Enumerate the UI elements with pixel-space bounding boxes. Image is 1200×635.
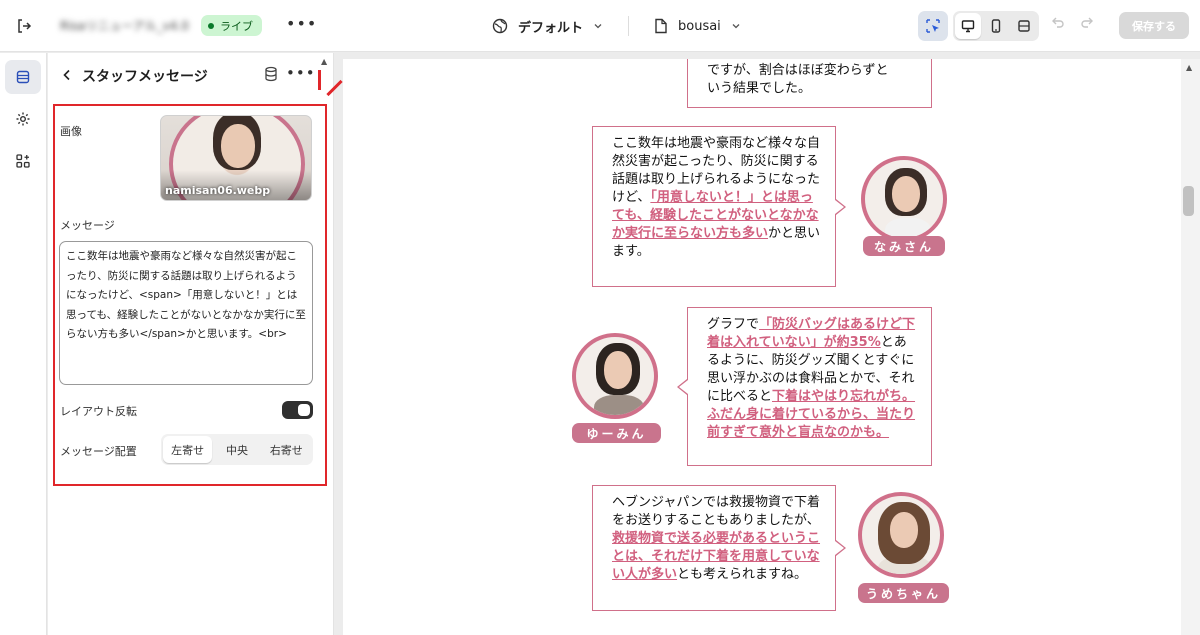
- bubble-text: ですが、割合はほぼ変わらずと: [707, 63, 889, 78]
- mobile-view-button[interactable]: [983, 13, 1009, 39]
- select-cursor-icon: [926, 19, 940, 33]
- image-field-label: 画像: [60, 125, 82, 138]
- chevron-down-icon: [594, 24, 602, 29]
- live-dot-icon: [208, 22, 214, 29]
- desktop-icon: [961, 20, 975, 33]
- globe-icon: [492, 18, 508, 34]
- undo-icon[interactable]: [1050, 15, 1066, 35]
- panel-title: スタッフメッセージ: [82, 69, 208, 85]
- image-picker[interactable]: namisan06.webp: [160, 115, 312, 201]
- preview-scrollbar[interactable]: [1181, 59, 1200, 635]
- avatar-photo: [858, 492, 944, 578]
- avatar-photo: [572, 333, 658, 419]
- save-button[interactable]: 保存する: [1119, 12, 1189, 39]
- scroll-up-arrow-icon[interactable]: ▲: [321, 57, 327, 66]
- theme-selector[interactable]: デフォルト: [492, 14, 603, 38]
- settings-gear-icon[interactable]: [5, 102, 41, 136]
- bubble-text: ヘブンジャパンでは救援物資で下着をお送りすることもありましたが、: [612, 495, 821, 528]
- theme-label: デフォルト: [518, 20, 584, 36]
- live-badge-label: ライブ: [220, 19, 253, 33]
- staff-name-tag: うめちゃん: [858, 583, 949, 603]
- sections-icon[interactable]: [5, 60, 41, 94]
- fullwidth-view-button[interactable]: [1011, 13, 1037, 39]
- scrollbar-thumb[interactable]: [1183, 186, 1194, 216]
- top-bar: Risaリニューアル_v4.0 ライブ ••• デフォルト bousai 保存す…: [0, 0, 1200, 52]
- bubble-text: いう結果でした。: [707, 81, 812, 96]
- page-preview: ですが、割合はほぼ変わらずと いう結果でした。 ここ数年は地震や豪雨など様々な自…: [343, 59, 1198, 635]
- message-field-label: メッセージ: [60, 219, 115, 232]
- page-selector[interactable]: bousai: [654, 14, 741, 38]
- database-icon[interactable]: [264, 66, 278, 86]
- back-chevron-icon[interactable]: [58, 65, 76, 85]
- more-options-button[interactable]: •••: [286, 14, 317, 33]
- inspector-select-button[interactable]: [918, 11, 948, 41]
- divider: [628, 16, 629, 36]
- staff-name-tag: ゆーみん: [572, 423, 661, 443]
- store-name[interactable]: Risaリニューアル_v4.0: [60, 17, 189, 34]
- portrait-face: [221, 124, 255, 168]
- left-rail: [0, 53, 47, 635]
- fullwidth-icon: [1018, 20, 1030, 32]
- scroll-up-arrow-icon[interactable]: ▲: [1186, 63, 1192, 72]
- staff-avatar: うめちゃん: [858, 492, 949, 603]
- staff-avatar: ゆーみん: [572, 333, 661, 443]
- desktop-view-button[interactable]: [955, 13, 981, 39]
- alignment-label: メッセージ配置: [60, 445, 137, 458]
- align-left-option[interactable]: 左寄せ: [163, 436, 213, 463]
- message-bubble-top: ですが、割合はほぼ変わらずと いう結果でした。: [687, 59, 932, 108]
- avatar-photo: [861, 156, 947, 242]
- panel-header: スタッフメッセージ ••• ▲: [48, 53, 334, 97]
- annotation-mark: [318, 70, 321, 90]
- document-icon: [655, 18, 667, 34]
- staff-avatar: なみさん: [861, 156, 947, 256]
- image-file-name: namisan06.webp: [165, 184, 271, 197]
- message-textarea[interactable]: ここ数年は地震や豪雨など様々な自然災害が起こったり、防災に関する話題は取り上げら…: [59, 241, 313, 385]
- align-center-option[interactable]: 中央: [212, 436, 261, 463]
- bubble-text: とも考えられますね。: [677, 567, 808, 582]
- message-bubble: ヘブンジャパンでは救援物資で下着をお送りすることもありましたが、救援物資で送る必…: [592, 485, 846, 611]
- layout-reverse-toggle[interactable]: [282, 401, 313, 419]
- device-preview-group: [953, 11, 1039, 41]
- settings-panel: スタッフメッセージ ••• ▲ 画像 namisan06.webp メッセージ …: [48, 53, 334, 635]
- page-label: bousai: [678, 18, 721, 34]
- bubble-text: グラフで: [707, 317, 760, 332]
- staff-name-tag: なみさん: [863, 236, 945, 256]
- panel-more-button[interactable]: •••: [286, 64, 316, 82]
- align-right-option[interactable]: 右寄せ: [262, 436, 311, 463]
- chevron-down-icon: [732, 24, 740, 29]
- message-bubble: ここ数年は地震や豪雨など様々な自然災害が起こったり、防災に関する話題は取り上げら…: [592, 126, 846, 287]
- mobile-icon: [991, 19, 1001, 33]
- layout-reverse-label: レイアウト反転: [60, 405, 137, 418]
- live-status-badge: ライブ: [201, 15, 262, 36]
- apps-icon[interactable]: [5, 144, 41, 178]
- alignment-segmented-control: 左寄せ 中央 右寄せ: [161, 434, 313, 465]
- redo-icon[interactable]: [1079, 15, 1095, 35]
- message-bubble: グラフで「防災バッグはあるけど下着は入れていない」が約35%とあるように、防災グ…: [677, 307, 932, 466]
- toggle-knob: [298, 404, 310, 416]
- exit-icon[interactable]: [12, 14, 36, 38]
